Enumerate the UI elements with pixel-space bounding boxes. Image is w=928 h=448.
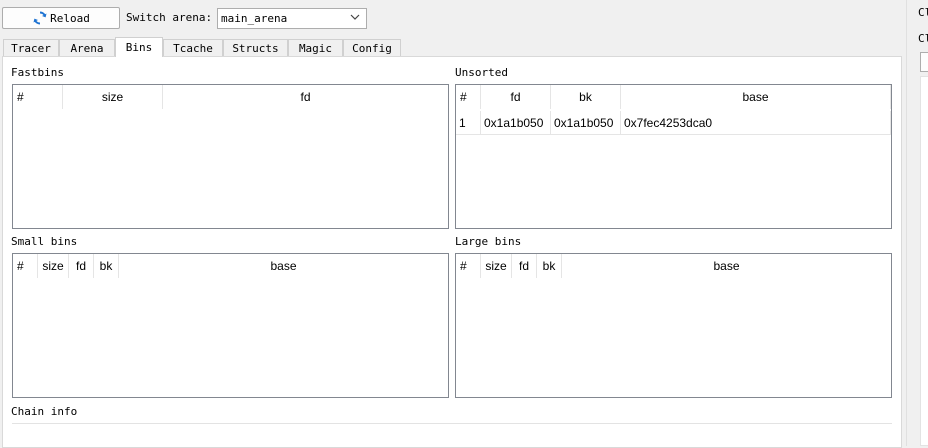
tab-arena[interactable]: Arena <box>59 39 115 57</box>
column-header[interactable]: fd <box>481 85 551 109</box>
cell-bk: 0x1a1b050 <box>551 111 621 135</box>
small-bins-table[interactable]: # size fd bk base <box>12 253 449 398</box>
column-header[interactable]: base <box>562 254 891 278</box>
cell-base: 0x7fec4253dca0 <box>621 111 891 135</box>
chevron-down-icon <box>350 12 360 25</box>
tab-tracer[interactable]: Tracer <box>3 39 59 57</box>
large-bins-table[interactable]: # size fd bk base <box>455 253 892 398</box>
column-header[interactable]: bk <box>551 85 621 109</box>
large-bins-title: Large bins <box>455 235 522 248</box>
tab-bins[interactable]: Bins <box>115 37 163 57</box>
column-header[interactable]: size <box>63 85 163 109</box>
unsorted-table[interactable]: # fd bk base 1 0x1a1b050 0x1a1b050 0x7fe… <box>455 84 892 229</box>
reload-button[interactable]: Reload <box>2 7 120 29</box>
refresh-icon <box>32 10 48 26</box>
right-panel-label-top: Cl <box>918 6 928 19</box>
cell-fd: 0x1a1b050 <box>481 111 551 135</box>
tab-label: Tcache <box>173 42 213 55</box>
small-bins-title: Small bins <box>11 235 78 248</box>
tab-label: Structs <box>232 42 279 55</box>
fastbins-table[interactable]: # size fd <box>12 84 449 229</box>
column-header[interactable]: base <box>119 254 448 278</box>
tab-magic[interactable]: Magic <box>288 39 343 57</box>
column-header[interactable]: # <box>456 85 481 109</box>
column-header[interactable]: fd <box>69 254 94 278</box>
tab-structs[interactable]: Structs <box>223 39 288 57</box>
column-header[interactable]: size <box>481 254 512 278</box>
row-divider <box>456 134 891 135</box>
tab-label: Config <box>352 42 392 55</box>
cell-num: 1 <box>456 111 481 135</box>
right-panel-box <box>920 76 928 446</box>
column-header[interactable]: bk <box>537 254 562 278</box>
column-header[interactable]: base <box>621 85 891 109</box>
column-header[interactable]: # <box>13 254 38 278</box>
switch-arena-label: Switch arena: <box>126 11 213 24</box>
tab-label: Bins <box>125 41 153 54</box>
tab-label: Tracer <box>11 42 51 55</box>
right-panel-label-second: Cl <box>918 32 928 45</box>
reload-label: Reload <box>50 11 90 25</box>
column-header[interactable]: # <box>13 85 63 109</box>
chain-info-title: Chain info <box>11 405 78 418</box>
column-header[interactable]: size <box>38 254 69 278</box>
column-header[interactable]: # <box>456 254 481 278</box>
arena-select[interactable]: main_arena <box>217 8 367 29</box>
unsorted-title: Unsorted <box>455 66 508 79</box>
right-panel-button[interactable] <box>920 52 928 72</box>
fastbins-title: Fastbins <box>11 66 64 79</box>
chain-info-box[interactable] <box>12 423 892 446</box>
arena-select-value: main_arena <box>221 12 288 25</box>
tab-label: Arena <box>70 42 104 55</box>
tab-tcache[interactable]: Tcache <box>163 39 223 57</box>
column-header[interactable]: bk <box>94 254 119 278</box>
column-header[interactable]: fd <box>512 254 537 278</box>
column-header[interactable]: fd <box>163 85 448 109</box>
tab-config[interactable]: Config <box>343 39 401 57</box>
tab-label: Magic <box>298 42 333 55</box>
